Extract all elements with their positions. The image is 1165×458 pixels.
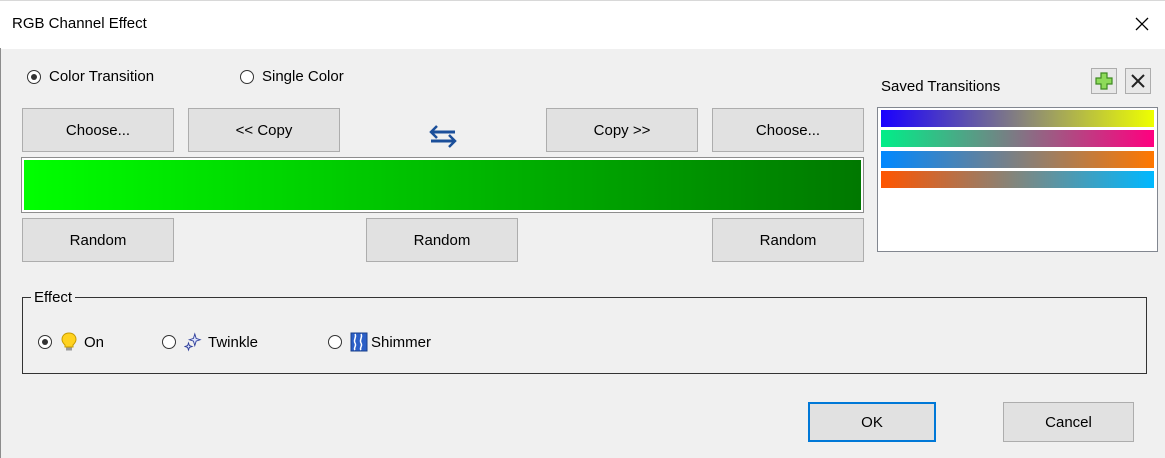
effect-group-label: Effect [31,289,76,306]
copy-right-button[interactable]: Copy >> [546,108,698,152]
window-border [0,48,1,458]
effect-twinkle-radio[interactable]: Twinkle [162,332,258,352]
cancel-button[interactable]: Cancel [1003,402,1134,442]
gradient-fill [24,160,861,210]
ok-button[interactable]: OK [808,402,936,442]
single-color-radio[interactable]: Single Color [240,68,344,85]
choose-start-color-button[interactable]: Choose... [22,108,174,152]
close-icon[interactable] [1129,11,1155,37]
single-color-label: Single Color [262,68,344,85]
saved-transition-item[interactable] [881,110,1154,127]
title-bar: RGB Channel Effect [0,0,1165,49]
add-transition-button[interactable] [1091,68,1117,94]
saved-transition-item[interactable] [881,151,1154,168]
gradient-preview [21,157,864,213]
effect-shimmer-radio[interactable]: Shimmer [328,332,431,352]
window-title: RGB Channel Effect [12,15,147,32]
random-start-button[interactable]: Random [22,218,174,262]
effect-on-radio[interactable]: On [38,332,104,352]
saved-transitions-label: Saved Transitions [881,78,1001,95]
effect-shimmer-label: Shimmer [371,333,432,351]
swap-arrows-icon[interactable] [425,122,461,150]
shimmer-icon [350,332,368,352]
radio-unchecked-indicator[interactable] [162,335,176,349]
color-transition-radio[interactable]: Color Transition [27,68,154,85]
choose-end-color-button[interactable]: Choose... [712,108,864,152]
radio-unchecked-indicator[interactable] [240,69,254,84]
radio-checked-indicator[interactable] [27,69,41,84]
effect-on-label: On [84,333,105,351]
x-icon [1131,74,1145,88]
effect-twinkle-label: Twinkle [208,333,259,351]
plus-icon [1095,72,1113,90]
random-both-button[interactable]: Random [366,218,518,262]
random-end-button[interactable]: Random [712,218,864,262]
color-transition-label: Color Transition [49,68,155,85]
sparkle-icon [184,332,202,352]
saved-transition-item[interactable] [881,130,1154,147]
copy-left-button[interactable]: << Copy [188,108,340,152]
saved-transition-item[interactable] [881,171,1154,188]
delete-transition-button[interactable] [1125,68,1151,94]
saved-transitions-list[interactable] [877,107,1158,252]
radio-unchecked-indicator[interactable] [328,335,342,349]
lightbulb-icon [61,332,77,351]
radio-checked-indicator[interactable] [38,335,52,349]
